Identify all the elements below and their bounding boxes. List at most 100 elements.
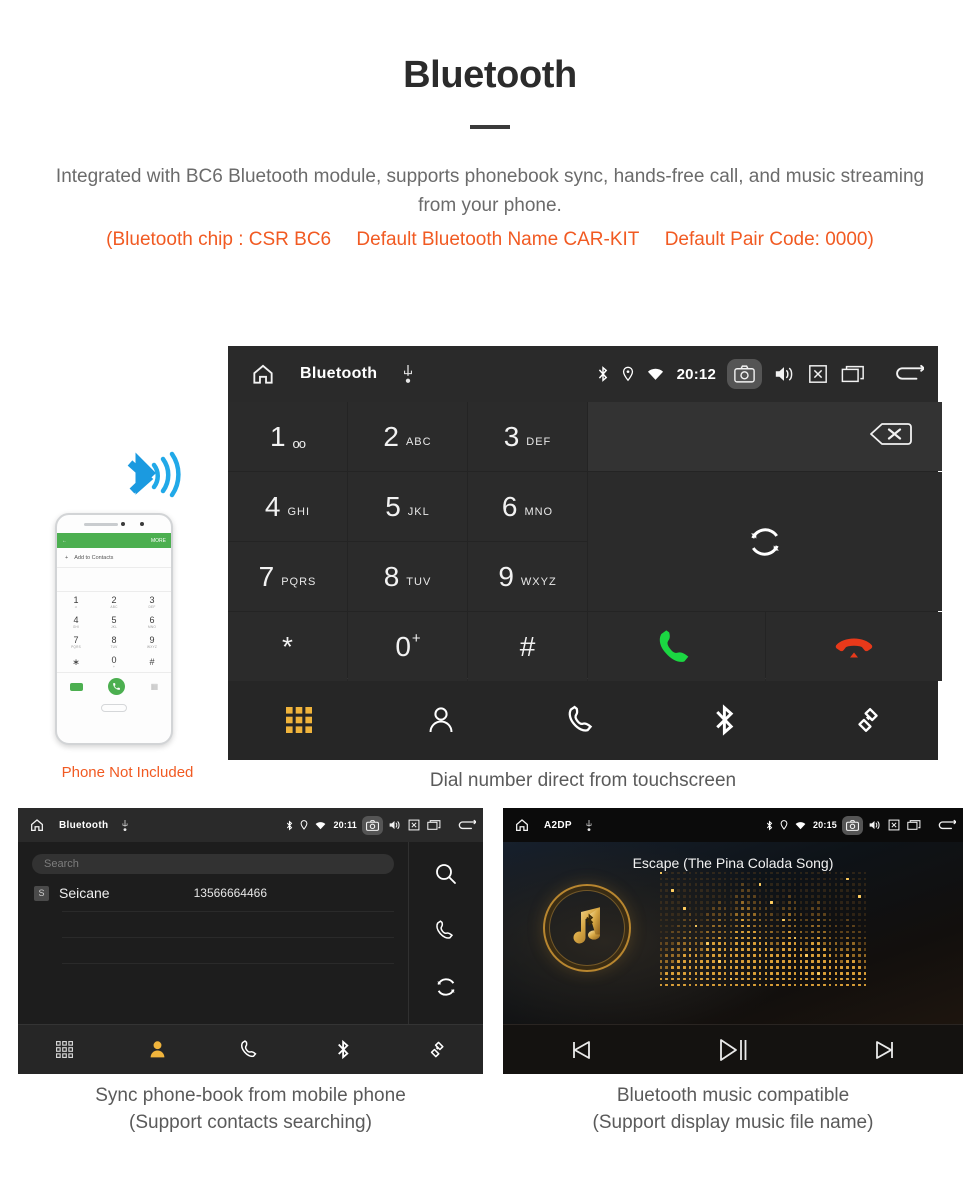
- dial-key-7[interactable]: 7 PQRS: [228, 542, 347, 611]
- phone-key-5[interactable]: 5 JKL: [95, 612, 133, 632]
- phone-back-icon[interactable]: ←: [62, 538, 67, 544]
- dialpad-statusbar: Bluetooth 20:12: [228, 346, 938, 402]
- sidebar-item-contacts[interactable]: [370, 704, 512, 736]
- recents-icon[interactable]: [427, 819, 441, 831]
- dial-key-8[interactable]: 8 TUV: [348, 542, 467, 611]
- sidebar-item-bluetooth[interactable]: [297, 1039, 390, 1060]
- phonebook-side-actions: [409, 842, 483, 1024]
- dialpad-icon: [286, 706, 312, 733]
- voicemail-icon: oo: [292, 436, 307, 451]
- phone-key-9[interactable]: 9 WXYZ: [133, 632, 171, 652]
- phone-keypad[interactable]: 1 ∞ 2 ABC 3 DEF 4 GHI 5 JKL 6 MNO 7 PQRS 8 TUV 9 WXYZ ∗ 0 + #: [57, 592, 171, 672]
- sidebar-item-pair-link[interactable]: [390, 1039, 483, 1060]
- phone-key-2[interactable]: 2 ABC: [95, 592, 133, 612]
- bluetooth-wave-icon: [127, 451, 181, 498]
- phone-call-button[interactable]: [108, 678, 126, 695]
- play-pause-icon: [720, 1038, 747, 1061]
- phone-key-0[interactable]: 0 +: [95, 652, 133, 672]
- usb-icon: [401, 365, 415, 383]
- phone-key-1[interactable]: 1 ∞: [57, 592, 95, 612]
- spec-line: (Bluetooth chip : CSR BC6 Default Blueto…: [0, 229, 980, 251]
- volume-icon[interactable]: [388, 819, 401, 831]
- recents-icon[interactable]: [907, 819, 921, 831]
- sidebar-item-dialpad[interactable]: [18, 1040, 111, 1059]
- play-pause-button[interactable]: [656, 1037, 809, 1063]
- phone-number-field[interactable]: [57, 568, 171, 592]
- call-button[interactable]: [588, 612, 765, 681]
- back-icon[interactable]: [455, 819, 476, 832]
- spec-pair-code: Default Pair Code: 0000): [664, 228, 874, 250]
- phone-key-8[interactable]: 8 TUV: [95, 632, 133, 652]
- sidebar-item-call-log[interactable]: [512, 704, 654, 736]
- phone-key-hash[interactable]: #: [133, 652, 171, 672]
- phone-icon[interactable]: [435, 919, 458, 947]
- home-icon[interactable]: [514, 817, 530, 833]
- sync-button[interactable]: [588, 472, 942, 611]
- dial-key-4[interactable]: 4 GHI: [228, 472, 347, 541]
- dial-key-star[interactable]: *: [228, 612, 347, 681]
- search-icon[interactable]: [434, 862, 458, 891]
- close-box-icon[interactable]: [808, 364, 828, 384]
- phone-keypad-icon[interactable]: ▦: [151, 682, 159, 691]
- dial-key-1[interactable]: 1 oo: [228, 402, 347, 471]
- dial-key-6[interactable]: 6 MNO: [468, 472, 587, 541]
- person-icon: [429, 706, 453, 732]
- dial-key-2[interactable]: 2 ABC: [348, 402, 467, 471]
- key-letters: MNO: [524, 505, 554, 518]
- volume-icon[interactable]: [868, 819, 881, 831]
- phone-more-button[interactable]: MORE: [151, 538, 166, 544]
- sidebar-item-pair-link[interactable]: [796, 704, 938, 736]
- phone-home-button[interactable]: [57, 700, 171, 715]
- home-icon[interactable]: [250, 361, 276, 387]
- camera-icon[interactable]: [842, 815, 863, 835]
- volume-icon[interactable]: [773, 364, 795, 384]
- phone-key-star[interactable]: ∗: [57, 652, 95, 672]
- camera-icon[interactable]: [727, 359, 762, 389]
- dial-key-3[interactable]: 3 DEF: [468, 402, 587, 471]
- contact-number: 13566664466: [193, 886, 268, 900]
- backspace-button[interactable]: [868, 420, 914, 453]
- dial-key-5[interactable]: 5 JKL: [348, 472, 467, 541]
- list-divider: [62, 963, 394, 964]
- phone-key-4[interactable]: 4 GHI: [57, 612, 95, 632]
- phone-video-icon[interactable]: [69, 682, 83, 691]
- phone-key-3[interactable]: 3 DEF: [133, 592, 171, 612]
- sync-icon[interactable]: [434, 975, 458, 1004]
- dial-key-9[interactable]: 9 WXYZ: [468, 542, 587, 611]
- recents-icon[interactable]: [841, 364, 865, 384]
- phonebook-caption-line2: (Support contacts searching): [129, 1111, 372, 1133]
- back-icon[interactable]: [935, 819, 956, 832]
- contact-name: Seicane: [59, 885, 110, 901]
- call-accept-icon: [659, 629, 688, 662]
- music-caption: Bluetooth music compatible (Support disp…: [503, 1083, 963, 1137]
- bluetooth-icon: [286, 820, 293, 831]
- sidebar-item-call-log[interactable]: [204, 1039, 297, 1060]
- dial-key-0[interactable]: 0 +: [348, 612, 467, 681]
- search-input[interactable]: Search: [32, 854, 394, 874]
- phone-key-7[interactable]: 7 PQRS: [57, 632, 95, 652]
- phonebook-screenshot: Bluetooth 20:11 Search S Seicane 1356666…: [18, 808, 483, 1074]
- phone-device: ← MORE + Add to Contacts 1 ∞ 2 ABC 3 DEF 4 GHI 5…: [55, 513, 173, 745]
- sidebar-item-dialpad[interactable]: [228, 705, 370, 735]
- phone-key-6[interactable]: 6 MNO: [133, 612, 171, 632]
- close-box-icon[interactable]: [408, 819, 420, 831]
- skip-next-button[interactable]: [810, 1038, 963, 1062]
- hangup-button[interactable]: [766, 612, 942, 681]
- phone-earpiece: [57, 515, 171, 533]
- sidebar-item-bluetooth[interactable]: [654, 703, 796, 737]
- home-icon[interactable]: [29, 817, 45, 833]
- back-icon[interactable]: [890, 363, 924, 385]
- close-box-icon[interactable]: [888, 819, 900, 831]
- phone-action-row: ▦: [57, 672, 171, 700]
- dial-key-hash[interactable]: #: [468, 612, 587, 681]
- number-display[interactable]: [588, 402, 942, 471]
- sidebar-item-contacts[interactable]: [111, 1039, 204, 1060]
- link-icon: [858, 707, 878, 732]
- contact-row[interactable]: S Seicane 13566664466: [34, 880, 394, 906]
- page-title: Bluetooth: [403, 54, 577, 96]
- skip-previous-button[interactable]: [503, 1038, 656, 1062]
- camera-icon[interactable]: [362, 815, 383, 835]
- list-divider: [62, 937, 394, 938]
- dialpad-keypad[interactable]: 1 oo 2 ABC 3 DEF 4 GHI 5 JKL 6 MNO 7 PQRS 8 TUV 9 WXYZ * 0 +…: [228, 402, 942, 681]
- phone-add-contacts-row[interactable]: + Add to Contacts: [57, 548, 171, 568]
